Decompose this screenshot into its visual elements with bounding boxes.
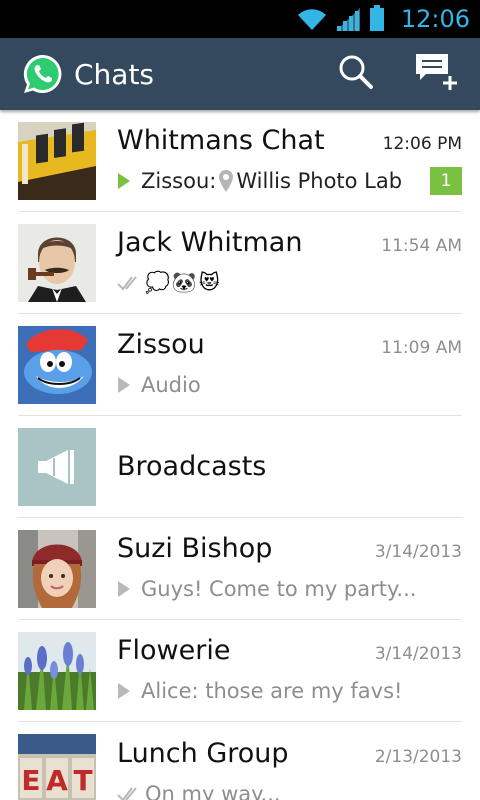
search-icon xyxy=(338,54,374,95)
chat-time: 3/14/2013 xyxy=(374,644,462,664)
read-ticks-icon xyxy=(117,275,143,291)
app-bar-actions xyxy=(326,44,480,104)
chat-sender: Zissou: xyxy=(141,169,217,193)
chat-preview: Guys! Come to my party... xyxy=(141,577,417,601)
location-pin-icon xyxy=(218,169,234,193)
chat-list: Whitmans Chat 12:06 PM Zissou: Willis Ph… xyxy=(0,110,480,800)
chat-row-zissou[interactable]: Zissou 11:09 AM Audio xyxy=(18,314,462,416)
chat-preview: Willis Photo Lab xyxy=(236,169,403,193)
chat-name: Jack Whitman xyxy=(117,227,303,258)
panda-emoji: 🐼 xyxy=(171,272,197,294)
chat-preview: Audio xyxy=(141,373,201,397)
chat-row-broadcasts[interactable]: Broadcasts xyxy=(18,416,462,518)
chat-body: Suzi Bishop 3/14/2013 Guys! Come to my p… xyxy=(117,518,462,619)
chat-body: Whitmans Chat 12:06 PM Zissou: Willis Ph… xyxy=(117,110,462,211)
chat-time: 3/14/2013 xyxy=(374,542,462,562)
chat-body: Flowerie 3/14/2013 Alice: those are my f… xyxy=(117,620,462,721)
chat-preview: On my way... xyxy=(145,781,281,800)
chat-body: Broadcasts xyxy=(117,416,462,517)
app-bar: Chats xyxy=(0,38,480,110)
status-clock: 12:06 xyxy=(400,5,470,33)
play-icon xyxy=(117,376,131,394)
chat-preview: Alice: those are my favs! xyxy=(141,679,403,703)
chat-time: 12:06 PM xyxy=(382,134,462,154)
chat-row-lunch-group[interactable]: E A T Lunch Group 2/13/2013 On my way... xyxy=(18,722,462,800)
chat-name: Broadcasts xyxy=(117,451,267,482)
avatar[interactable] xyxy=(18,325,96,404)
avatar[interactable] xyxy=(18,529,96,608)
chat-row-suzi-bishop[interactable]: Suzi Bishop 3/14/2013 Guys! Come to my p… xyxy=(18,518,462,620)
new-chat-button[interactable] xyxy=(406,44,466,104)
chat-body: Jack Whitman 11:54 AM 💭 🐼 😻 xyxy=(117,212,462,313)
whatsapp-logo-icon[interactable] xyxy=(22,53,64,95)
play-icon xyxy=(117,580,131,598)
chat-row-jack-whitman[interactable]: Jack Whitman 11:54 AM 💭 🐼 😻 xyxy=(18,212,462,314)
app-title: Chats xyxy=(74,57,155,91)
chat-row-whitmans-chat[interactable]: Whitmans Chat 12:06 PM Zissou: Willis Ph… xyxy=(18,110,462,212)
avatar[interactable]: E A T xyxy=(18,734,96,800)
chat-name: Whitmans Chat xyxy=(117,125,325,156)
read-ticks-icon xyxy=(117,786,143,800)
chat-time: 11:54 AM xyxy=(381,236,462,256)
chat-name: Suzi Bishop xyxy=(117,533,273,564)
chat-time: 11:09 AM xyxy=(381,338,462,358)
unread-badge: 1 xyxy=(430,167,462,195)
thought-bubble-emoji: 💭 xyxy=(145,272,170,294)
play-icon xyxy=(117,682,131,700)
status-bar: 12:06 xyxy=(0,0,480,38)
chat-name: Zissou xyxy=(117,329,205,360)
avatar[interactable] xyxy=(18,427,96,506)
avatar[interactable] xyxy=(18,223,96,302)
svg-text:T: T xyxy=(73,764,92,797)
svg-text:A: A xyxy=(46,764,68,797)
play-icon xyxy=(117,172,131,190)
chat-body: Zissou 11:09 AM Audio xyxy=(117,314,462,415)
chat-time: 2/13/2013 xyxy=(374,746,462,767)
chat-name: Flowerie xyxy=(117,635,231,666)
heart-eyes-cat-emoji: 😻 xyxy=(198,272,220,294)
avatar[interactable] xyxy=(18,121,96,200)
chat-name: Lunch Group xyxy=(117,737,289,769)
chat-row-flowerie[interactable]: Flowerie 3/14/2013 Alice: those are my f… xyxy=(18,620,462,722)
battery-icon xyxy=(369,5,385,31)
svg-text:E: E xyxy=(21,764,40,797)
avatar[interactable] xyxy=(18,631,96,710)
new-chat-icon xyxy=(414,52,458,97)
chat-body: Lunch Group 2/13/2013 On my way... xyxy=(117,722,462,800)
wifi-icon xyxy=(297,7,327,31)
search-button[interactable] xyxy=(326,44,386,104)
signal-icon xyxy=(335,7,361,31)
